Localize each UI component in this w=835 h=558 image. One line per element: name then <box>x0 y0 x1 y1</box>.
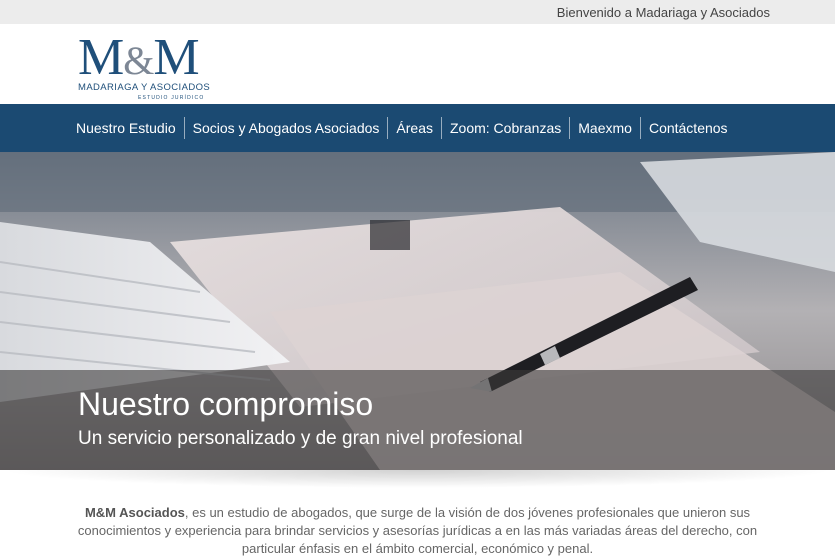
hero-banner: Nuestro compromiso Un servicio personali… <box>0 152 835 470</box>
site-header: M&M MADARIAGA Y ASOCIADOS ESTUDIO JURÍDI… <box>0 24 835 104</box>
hero-shadow <box>0 470 835 488</box>
nav-item-zoom-cobranzas[interactable]: Zoom: Cobranzas <box>440 117 569 139</box>
logo-mark: M&M <box>78 32 200 85</box>
hero-subtitle: Un servicio personalizado y de gran nive… <box>78 428 523 449</box>
top-bar: Bienvenido a Madariaga y Asociados <box>0 0 835 24</box>
logo-tagline: ESTUDIO JURÍDICO <box>138 95 205 101</box>
nav-item-contactenos[interactable]: Contáctenos <box>639 117 736 139</box>
logo-mark-left: M <box>78 29 124 86</box>
intro-company: M&M Asociados <box>84 505 185 520</box>
nav-item-nuestro-estudio[interactable]: Nuestro Estudio <box>76 117 184 139</box>
main-nav: Nuestro Estudio Socios y Abogados Asocia… <box>0 104 835 152</box>
logo-mark-right: M <box>153 29 199 86</box>
company-logo[interactable]: M&M MADARIAGA Y ASOCIADOS ESTUDIO JURÍDI… <box>78 32 218 102</box>
nav-item-maexmo[interactable]: Maexmo <box>569 117 640 139</box>
nav-item-socios[interactable]: Socios y Abogados Asociados <box>183 117 388 139</box>
welcome-text: Bienvenido a Madariaga y Asociados <box>556 5 770 20</box>
hero-title: Nuestro compromiso <box>78 386 374 422</box>
hero-caption: Nuestro compromiso Un servicio personali… <box>0 370 835 470</box>
nav-item-areas[interactable]: Áreas <box>387 117 441 139</box>
intro-paragraph: M&M Asociados, es un estudio de abogados… <box>60 504 775 558</box>
logo-mark-amp: & <box>123 38 154 83</box>
logo-name: MADARIAGA Y ASOCIADOS <box>78 82 211 93</box>
